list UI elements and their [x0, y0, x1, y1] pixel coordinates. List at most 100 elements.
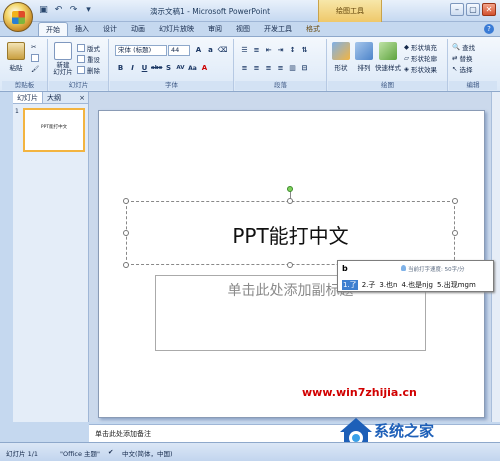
resize-handle[interactable]	[123, 262, 129, 268]
maximize-icon[interactable]: ▢	[466, 3, 480, 16]
status-bar: 幻灯片 1/1 "Office 主题" ✔ 中文(简体，中国)	[0, 442, 500, 461]
editing-group: 🔍 查找 ⇄ 替换 ↖ 选择 编辑	[449, 39, 497, 91]
title-placeholder[interactable]: PPT能打中文	[126, 201, 455, 265]
resize-handle[interactable]	[287, 198, 293, 204]
delete-slide-button[interactable]: 删除	[77, 65, 100, 75]
ime-candidate[interactable]: 3.也n	[379, 280, 397, 290]
tab-developer[interactable]: 开发工具	[257, 22, 299, 36]
ribbon-tabs: 开始 插入 设计 动画 幻灯片放映 审阅 视图 开发工具 格式	[38, 22, 327, 36]
change-case-button[interactable]: Aa	[187, 63, 198, 74]
close-icon[interactable]: ✕	[482, 3, 496, 16]
vertical-scrollbar[interactable]	[491, 92, 500, 422]
slide-title-text[interactable]: PPT能打中文	[127, 220, 454, 249]
underline-button[interactable]: U	[139, 63, 150, 74]
tab-outline-panel[interactable]: 大纲	[43, 92, 65, 103]
cut-button[interactable]: ✂	[31, 43, 36, 51]
tab-home[interactable]: 开始	[38, 22, 68, 36]
minimize-icon[interactable]: –	[450, 3, 464, 16]
ime-candidates: 1.了 2.子 3.也n 4.也是njg 5.出现mgm	[342, 280, 476, 290]
replace-button[interactable]: ⇄ 替换	[452, 53, 472, 63]
clear-format-icon[interactable]: ⌫	[217, 45, 228, 56]
spellcheck-icon[interactable]: ✔	[108, 448, 113, 456]
select-button[interactable]: ↖ 选择	[452, 64, 472, 74]
help-icon[interactable]: ?	[484, 24, 494, 34]
lightbulb-icon	[401, 265, 406, 271]
font-format-buttons: B I U abe S AV Aa A	[115, 63, 210, 74]
strikethrough-button[interactable]: abe	[151, 63, 162, 74]
align-text-icon[interactable]: ⊟	[299, 63, 310, 74]
columns-icon[interactable]: ▥	[287, 63, 298, 74]
slides-label: 幻灯片	[49, 81, 108, 90]
resize-handle[interactable]	[123, 198, 129, 204]
tab-design[interactable]: 设计	[96, 22, 124, 36]
customize-icon[interactable]: ▾	[83, 5, 94, 16]
shape-fill-button[interactable]: ◆ 形状填充	[404, 42, 437, 52]
font-label: 字体	[110, 81, 233, 90]
arrange-button[interactable]: 排列	[353, 42, 375, 72]
tab-slides-panel[interactable]: 幻灯片	[13, 92, 43, 103]
shape-effects-button[interactable]: ◈ 形状效果	[404, 64, 437, 74]
new-slide-button[interactable]: 新建 幻灯片	[51, 42, 75, 76]
shapes-icon	[332, 42, 350, 60]
ime-candidate[interactable]: 4.也是njg	[402, 280, 434, 290]
bold-button[interactable]: B	[115, 63, 126, 74]
increase-indent-icon[interactable]: ⇥	[275, 45, 286, 56]
quick-styles-button[interactable]: 快速样式	[375, 42, 401, 72]
outline-icon: ▱	[404, 54, 409, 62]
tab-review[interactable]: 审阅	[201, 22, 229, 36]
justify-icon[interactable]: ≡	[275, 63, 286, 74]
select-icon: ↖	[452, 65, 458, 73]
line-spacing-icon[interactable]: ↕	[287, 45, 298, 56]
tab-format[interactable]: 格式	[299, 22, 327, 36]
text-direction-icon[interactable]: ⇅	[299, 45, 310, 56]
reset-button[interactable]: 重设	[77, 54, 100, 64]
resize-handle[interactable]	[123, 230, 129, 236]
numbering-icon[interactable]: ≡	[251, 45, 262, 56]
save-icon[interactable]: ▣	[38, 5, 49, 16]
tab-animations[interactable]: 动画	[124, 22, 152, 36]
shadow-button[interactable]: S	[163, 63, 174, 74]
delete-icon	[77, 66, 85, 74]
ime-candidate-window: b 当前打字速度: 50字/分 1.了 2.子 3.也n 4.也是njg 5.出…	[337, 260, 494, 292]
italic-button[interactable]: I	[127, 63, 138, 74]
tab-view[interactable]: 视图	[229, 22, 257, 36]
spacing-button[interactable]: AV	[175, 63, 186, 74]
slide-thumbnail[interactable]: PPT能打中文	[23, 108, 85, 152]
tab-insert[interactable]: 插入	[68, 22, 96, 36]
new-slide-icon	[54, 42, 72, 60]
font-size-select[interactable]: 44	[168, 45, 190, 56]
rotation-handle[interactable]	[287, 186, 293, 192]
ime-candidate[interactable]: 5.出现mgm	[437, 280, 476, 290]
clipboard-group: 粘贴 ✂ 🖌 剪贴板	[2, 39, 48, 91]
align-left-icon[interactable]: ≡	[239, 63, 250, 74]
close-panel-icon[interactable]: ×	[79, 92, 88, 103]
align-right-icon[interactable]: ≡	[263, 63, 274, 74]
bullets-icon[interactable]: ☰	[239, 45, 250, 56]
left-gutter	[0, 92, 13, 422]
resize-handle[interactable]	[452, 198, 458, 204]
grow-font-icon[interactable]: A	[193, 45, 204, 56]
font-name-select[interactable]: 宋体 (标题)	[115, 45, 167, 56]
shape-outline-button[interactable]: ▱ 形状轮廓	[404, 53, 437, 63]
resize-handle[interactable]	[452, 230, 458, 236]
layout-button[interactable]: 版式	[77, 43, 100, 53]
find-button[interactable]: 🔍 查找	[452, 42, 475, 52]
ime-candidate[interactable]: 2.子	[362, 280, 376, 290]
ime-candidate[interactable]: 1.了	[342, 280, 358, 290]
align-center-icon[interactable]: ≡	[251, 63, 262, 74]
font-color-button[interactable]: A	[199, 63, 210, 74]
shrink-font-icon[interactable]: a	[205, 45, 216, 56]
copy-button[interactable]	[31, 54, 39, 62]
paste-button[interactable]: 粘贴	[5, 42, 27, 72]
resize-handle[interactable]	[287, 262, 293, 268]
language-status: 中文(简体，中国)	[122, 450, 173, 458]
clipboard-label: 剪贴板	[2, 81, 47, 90]
format-painter-button[interactable]: 🖌	[31, 65, 39, 73]
undo-icon[interactable]: ↶	[53, 5, 64, 16]
decrease-indent-icon[interactable]: ⇤	[263, 45, 274, 56]
office-button[interactable]	[3, 2, 33, 32]
redo-icon[interactable]: ↷	[68, 5, 79, 16]
shapes-button[interactable]: 形状	[330, 42, 352, 72]
tab-slideshow[interactable]: 幻灯片放映	[152, 22, 201, 36]
drawing-label: 绘图	[328, 81, 447, 90]
